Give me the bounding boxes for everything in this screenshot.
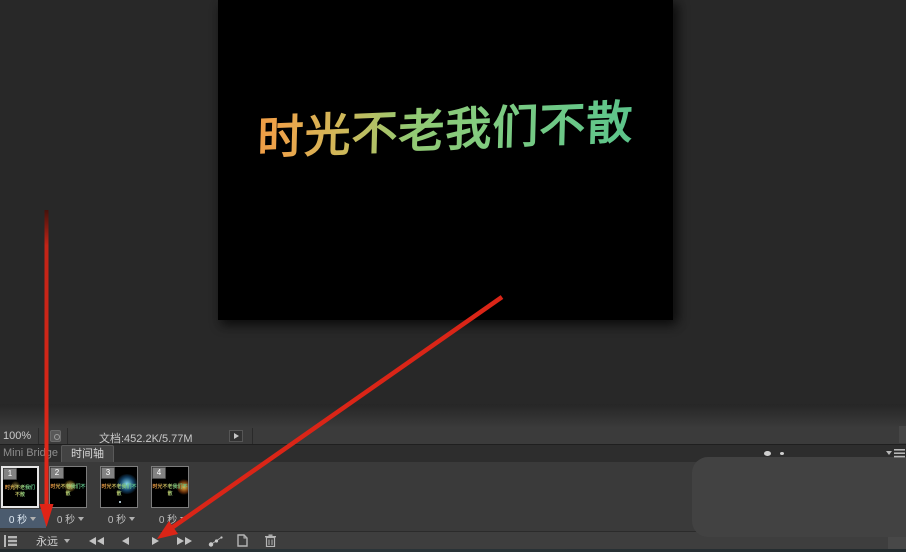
- animation-frame-3[interactable]: 时光不老我们不散 3: [100, 466, 138, 508]
- frame-delay-selector-2[interactable]: 0 秒: [47, 509, 94, 528]
- status-bar: 100% 文档:452.2K/5.77M: [0, 428, 906, 445]
- trash-icon: [264, 534, 277, 547]
- frame-number-badge: 2: [50, 467, 64, 479]
- animation-frame-1[interactable]: 时光不老我们不散 1: [1, 466, 39, 508]
- frame-number-badge: 3: [101, 467, 115, 479]
- photoshop-workspace: 时光不老我们不散 100% 文档:452.2K/5.77M Mini Bridg…: [0, 0, 906, 552]
- new-frame-icon: [236, 534, 249, 547]
- panel-menu-icon[interactable]: [886, 447, 906, 459]
- tab-timeline[interactable]: 时间轴: [61, 445, 114, 462]
- frame-delay-label: 0 秒: [9, 511, 27, 526]
- frame-number-badge: 4: [152, 467, 166, 479]
- previous-frame-button[interactable]: [113, 532, 137, 549]
- new-frame-button[interactable]: [231, 532, 253, 549]
- tween-button[interactable]: [204, 532, 228, 549]
- loop-count-selector[interactable]: 永远: [24, 532, 82, 549]
- dot-decoration: [764, 451, 771, 456]
- adobe-drive-icon[interactable]: [50, 430, 61, 442]
- chevron-down-icon: [78, 517, 84, 521]
- first-frame-button[interactable]: [84, 532, 108, 549]
- spark-decoration: [119, 501, 121, 503]
- frame-thumbnail-art: 时光不老我们不散: [50, 483, 86, 497]
- frame-delay-label: 0 秒: [57, 511, 75, 526]
- frame-delay-selector-1[interactable]: 0 秒: [0, 509, 46, 528]
- tab-mini-bridge[interactable]: Mini Bridge: [0, 445, 61, 462]
- delete-frame-button[interactable]: [258, 532, 282, 549]
- animation-frame-2[interactable]: 时光不老我们不散 2: [49, 466, 87, 508]
- status-options-button[interactable]: [229, 430, 243, 442]
- frame-delay-label: 0 秒: [159, 511, 177, 526]
- tween-icon: [208, 535, 224, 547]
- chevron-down-icon: [129, 517, 135, 521]
- frame-thumbnail-art: 时光不老我们不散: [152, 483, 188, 497]
- convert-to-video-timeline-icon: [4, 535, 18, 547]
- panel-resize-grip[interactable]: [888, 537, 906, 549]
- chevron-down-icon: [30, 517, 36, 521]
- timeline-empty-area: [692, 457, 906, 537]
- animation-frame-4[interactable]: 时光不老我们不散 4: [151, 466, 189, 508]
- document-info-label: 文档:452.2K/5.77M: [99, 430, 193, 446]
- chevron-down-icon: [64, 539, 70, 543]
- divider: [252, 428, 253, 444]
- frame-delay-label: 0 秒: [108, 511, 126, 526]
- artwork-text: 时光不老我们不散: [217, 84, 673, 170]
- document-canvas[interactable]: 时光不老我们不散: [218, 0, 673, 320]
- play-arrow-icon: [234, 433, 239, 439]
- zoom-level-field[interactable]: 100%: [3, 430, 31, 442]
- frame-thumbnail-art: 时光不老我们不散: [3, 484, 37, 498]
- divider: [38, 428, 39, 444]
- dot-decoration: [780, 452, 784, 455]
- frame-delay-selector-3[interactable]: 0 秒: [98, 509, 145, 528]
- divider: [67, 428, 68, 444]
- chevron-down-icon: [180, 517, 186, 521]
- timeline-panel: 时光不老我们不散 1 时光不老我们不散 2 时光不老我们不散 3 时光不老我们不…: [0, 462, 906, 552]
- frame-number-badge: 1: [3, 468, 17, 480]
- frame-delay-selector-4[interactable]: 0 秒: [149, 509, 196, 528]
- scrollbar-thumb[interactable]: [899, 426, 906, 443]
- convert-to-video-timeline-button[interactable]: [2, 532, 20, 549]
- window-edge-shade: [0, 404, 906, 428]
- play-button[interactable]: [143, 532, 167, 549]
- frame-thumbnail-art: 时光不老我们不散: [101, 483, 137, 497]
- next-frame-button[interactable]: [172, 532, 196, 549]
- loop-count-label: 永远: [36, 533, 58, 549]
